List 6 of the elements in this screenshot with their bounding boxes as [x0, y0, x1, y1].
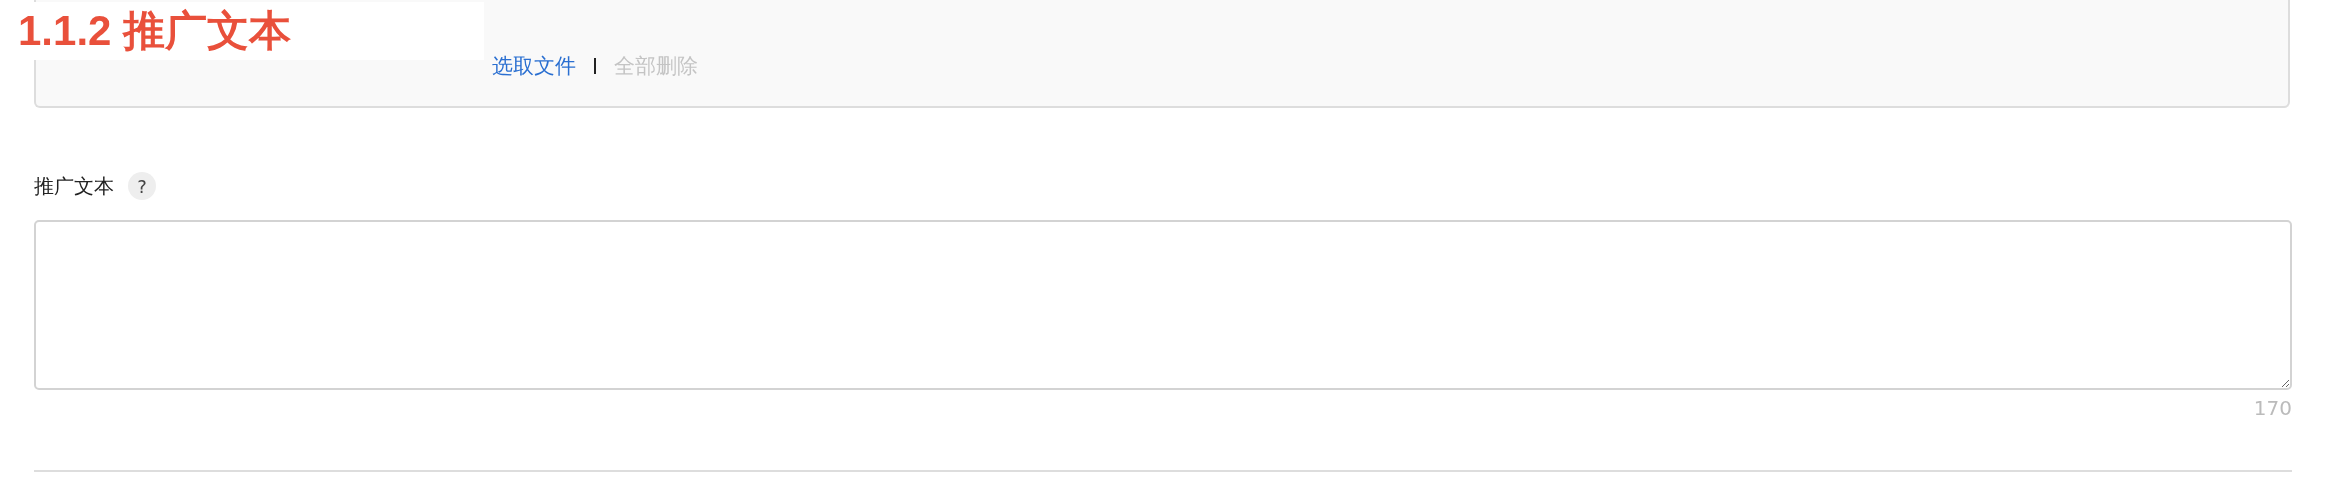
heading-text: 1.1.2 推广文本 — [18, 6, 292, 56]
help-icon[interactable]: ? — [128, 172, 156, 200]
text-area-field[interactable] — [34, 220, 2292, 390]
character-counter: 170 — [2253, 396, 2292, 420]
field-label: 推广文本 — [34, 172, 114, 200]
choose-file-link[interactable]: 选取文件 — [492, 52, 576, 80]
